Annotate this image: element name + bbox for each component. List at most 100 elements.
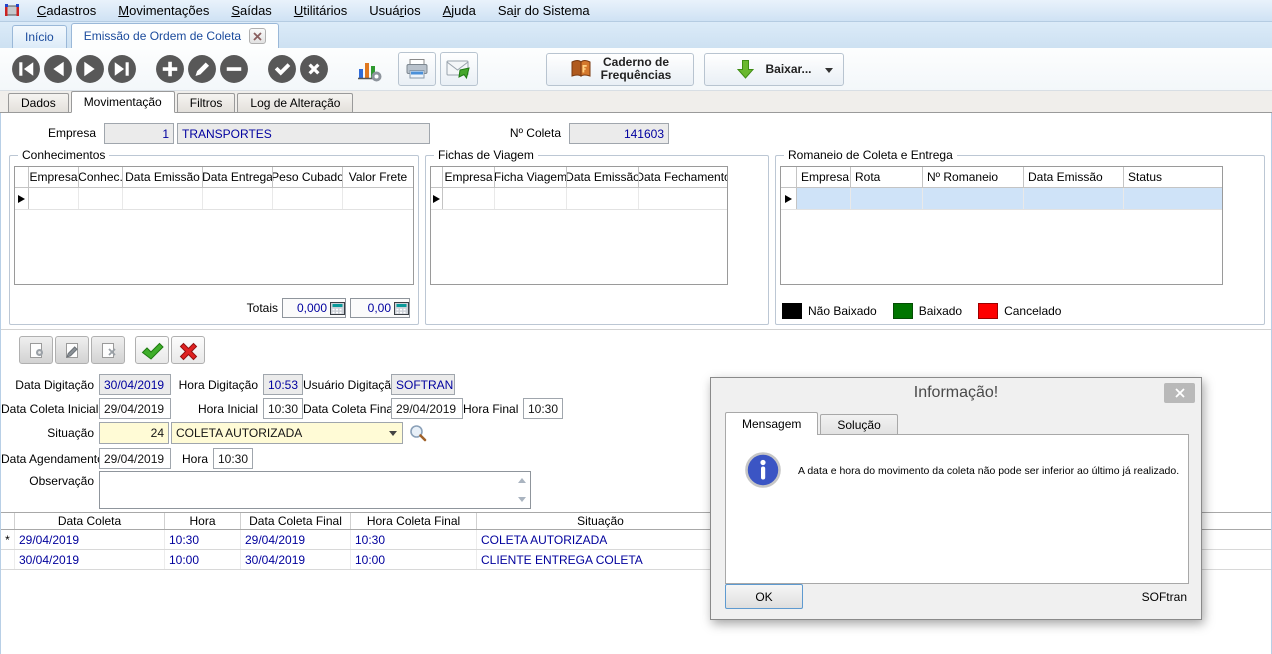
new-movement-button[interactable] (19, 336, 53, 364)
row-marker (15, 188, 29, 209)
dialog-tab-mensagem[interactable]: Mensagem (725, 412, 819, 435)
column-header[interactable]: Conhec. (79, 167, 123, 187)
table-row[interactable] (15, 188, 413, 210)
observacao-textarea[interactable] (99, 471, 531, 509)
column-header[interactable]: Data Entrega (203, 167, 273, 187)
dialog-close-button[interactable] (1164, 383, 1195, 403)
observacao-label: Observação (29, 474, 94, 488)
data-agendamento-field[interactable]: 29/04/2019 (99, 448, 171, 469)
scroll-up-icon[interactable] (518, 478, 526, 483)
baixar-button[interactable]: Baixar... (704, 52, 844, 86)
column-header[interactable]: Nº Romaneio (923, 167, 1024, 187)
data-coleta-inicial-field[interactable]: 29/04/2019 (99, 398, 171, 419)
column-header[interactable]: Data Coleta Final (241, 513, 351, 529)
column-header[interactable]: Empresa (443, 167, 495, 187)
nav-prev-button[interactable] (43, 54, 73, 84)
menu-item-usuarios[interactable]: Usuá r ios (358, 0, 431, 22)
hora-digitacao-field[interactable]: 10:53 (263, 374, 303, 395)
menu-item-utilitarios[interactable]: Utilitários (283, 0, 358, 22)
romaneio-groupbox: Romaneio de Coleta e Entrega Empresa Rot… (775, 148, 1265, 325)
hora-final-field[interactable]: 10:30 (523, 398, 563, 419)
ok-button[interactable]: OK (725, 584, 803, 609)
column-header[interactable]: Empresa (29, 167, 79, 187)
column-header[interactable]: Data Fechamento (639, 167, 727, 187)
column-header[interactable]: Situação (477, 513, 725, 529)
column-header[interactable]: Data Emissão (123, 167, 203, 187)
column-header[interactable]: Rota (851, 167, 923, 187)
conhecimentos-groupbox: Conhecimentos Empresa Conhec. Data Emiss… (9, 148, 419, 325)
dialog-tab-solucao[interactable]: Solução (820, 414, 898, 434)
usuario-digitacao-label: Usuário Digitação (303, 377, 398, 392)
hora-digitacao-label: Hora Digitação (178, 377, 258, 392)
hora-agendamento-field[interactable]: 10:30 (213, 448, 253, 469)
edit-movement-button[interactable] (55, 336, 89, 364)
subtab-filtros[interactable]: Filtros (176, 93, 236, 112)
conhecimentos-title: Conhecimentos (18, 148, 110, 162)
situacao-code-field[interactable]: 24 (99, 422, 169, 444)
empresa-name-field[interactable]: TRANSPORTES (177, 123, 430, 144)
caderno-frequencias-button[interactable]: Caderno de Frequências (546, 52, 694, 86)
total-peso-field[interactable]: 0,000 (282, 298, 346, 318)
column-header[interactable]: Ficha Viagem (495, 167, 567, 187)
data-coleta-inicial-label: Data Coleta Inicial (1, 401, 99, 416)
column-header[interactable]: Status (1124, 167, 1222, 187)
print-button[interactable] (398, 52, 436, 86)
row-marker (781, 188, 797, 209)
ncoleta-field[interactable]: 141603 (569, 123, 669, 144)
page-tab-strip: Dados Movimentação Filtros Log de Altera… (0, 91, 1272, 113)
chevron-down-icon[interactable] (825, 67, 833, 73)
nav-first-button[interactable] (11, 54, 41, 84)
menu-item-cadastros[interactable]: Cadastros (26, 0, 107, 22)
menu-item-movimentacoes[interactable]: Movimentações (107, 0, 220, 22)
menu-item-sair[interactable]: Sa i r do Sistema (487, 0, 601, 22)
column-header[interactable]: Data Emissão (567, 167, 639, 187)
menu-item-ajuda[interactable]: Ajuda (432, 0, 487, 22)
delete-movement-button[interactable] (91, 336, 125, 364)
edit-button[interactable] (187, 54, 217, 84)
cancel-button[interactable] (299, 54, 329, 84)
ncoleta-label: Nº Coleta (509, 126, 561, 140)
column-header[interactable]: Data Coleta (15, 513, 165, 529)
empresa-code-field[interactable]: 1 (104, 123, 174, 144)
subtab-log-alteracao[interactable]: Log de Alteração (237, 93, 354, 112)
table-row[interactable] (781, 188, 1222, 210)
tab-emissao-ordem-coleta[interactable]: Emissão de Ordem de Coleta (70, 23, 280, 48)
cancelado-swatch (978, 303, 999, 319)
usuario-digitacao-field[interactable]: SOFTRAN (391, 374, 455, 395)
situacao-combo[interactable]: COLETA AUTORIZADA (171, 422, 403, 444)
printer-icon (406, 59, 428, 79)
scroll-down-icon[interactable] (518, 497, 526, 502)
totais-label: Totais (246, 301, 278, 315)
add-button[interactable] (155, 54, 185, 84)
confirm-button[interactable] (267, 54, 297, 84)
send-button[interactable] (440, 52, 478, 86)
data-digitacao-field[interactable]: 30/04/2019 (99, 374, 171, 395)
total-frete-field[interactable]: 0,00 (350, 298, 410, 318)
column-header[interactable]: Hora Coleta Final (351, 513, 477, 529)
subtab-dados[interactable]: Dados (8, 93, 69, 112)
search-icon[interactable] (409, 424, 427, 442)
calculator-icon (330, 301, 345, 315)
subtab-movimentacao[interactable]: Movimentação (70, 91, 175, 113)
fichas-viagem-groupbox: Fichas de Viagem Empresa Ficha Viagem Da… (425, 148, 769, 325)
close-icon[interactable] (249, 28, 267, 44)
column-header[interactable]: Empresa (797, 167, 851, 187)
data-coleta-final-field[interactable]: 29/04/2019 (391, 398, 463, 419)
column-header[interactable]: Data Emissão (1024, 167, 1124, 187)
conhecimentos-grid: Empresa Conhec. Data Emissão Data Entreg… (14, 166, 414, 285)
menu-item-saidas[interactable]: Saídas (220, 0, 282, 22)
hora-inicial-field[interactable]: 10:30 (263, 398, 303, 419)
column-header[interactable]: Peso Cubado (273, 167, 343, 187)
table-row[interactable] (431, 188, 727, 210)
column-header[interactable]: Hora (165, 513, 241, 529)
cancel-movement-button[interactable] (171, 336, 205, 364)
tab-inicio[interactable]: Início (12, 25, 67, 48)
mail-icon (446, 60, 470, 79)
column-header[interactable]: Valor Frete (343, 167, 413, 187)
chart-button[interactable] (352, 52, 386, 86)
info-dialog: Informação! Mensagem Solução A data e ho… (710, 377, 1202, 620)
nav-next-button[interactable] (75, 54, 105, 84)
nav-last-button[interactable] (107, 54, 137, 84)
confirm-movement-button[interactable] (135, 336, 169, 364)
remove-button[interactable] (219, 54, 249, 84)
